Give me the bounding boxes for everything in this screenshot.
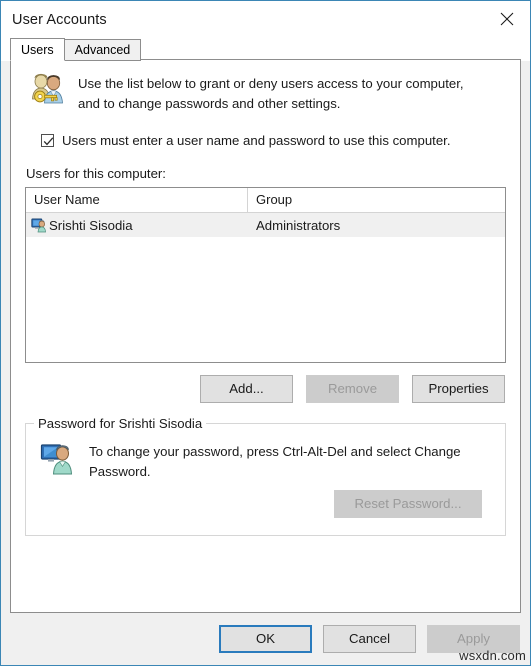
watermark: wsxdn.com (459, 648, 526, 663)
add-button[interactable]: Add... (200, 375, 293, 403)
tab-advanced[interactable]: Advanced (63, 39, 142, 61)
column-header-user-name[interactable]: User Name (26, 188, 248, 212)
title-bar: User Accounts (1, 1, 530, 38)
table-row[interactable]: Srishti Sisodia Administrators (26, 213, 505, 237)
properties-button[interactable]: Properties (412, 375, 505, 403)
remove-button: Remove (306, 375, 399, 403)
users-key-icon (32, 73, 63, 104)
user-monitor-icon (40, 444, 73, 475)
checkmark-icon (43, 137, 54, 146)
window-title: User Accounts (12, 11, 107, 28)
dialog-footer: OK Cancel Apply wsxdn.com (1, 613, 530, 665)
cell-user-name-text: Srishti Sisodia (49, 217, 133, 233)
cell-user-name: Srishti Sisodia (26, 217, 248, 233)
require-login-checkbox-label: Users must enter a user name and passwor… (62, 133, 451, 148)
header-description: Use the list below to grant or deny user… (25, 73, 506, 114)
users-listview[interactable]: User Name Group Srishti Sisodia Administ… (25, 187, 506, 363)
header-description-text: Use the list below to grant or deny user… (78, 76, 464, 111)
close-icon[interactable] (484, 1, 530, 37)
user-accounts-window: User Accounts Users Advanced Use the lis… (0, 0, 531, 666)
reset-password-row: Reset Password... (26, 490, 505, 518)
tab-users[interactable]: Users (10, 38, 65, 61)
password-group-box: Password for Srishti Sisodia To change y… (25, 416, 506, 536)
require-login-checkbox-row[interactable]: Users must enter a user name and passwor… (25, 133, 506, 148)
tab-strip: Users Advanced (1, 38, 530, 61)
cancel-button[interactable]: Cancel (323, 625, 416, 653)
tab-page-users: Use the list below to grant or deny user… (10, 59, 521, 613)
password-group-title: Password for Srishti Sisodia (34, 416, 207, 431)
users-list-caption: Users for this computer: (26, 166, 166, 181)
list-button-row: Add... Remove Properties (25, 375, 506, 403)
listview-header: User Name Group (26, 188, 505, 213)
ok-button[interactable]: OK (219, 625, 312, 653)
cell-group: Administrators (256, 217, 341, 233)
user-monitor-small-icon (31, 218, 46, 233)
reset-password-button: Reset Password... (334, 490, 482, 518)
column-header-group[interactable]: Group (248, 188, 505, 212)
password-group-text: To change your password, press Ctrl-Alt-… (89, 444, 461, 479)
require-login-checkbox[interactable] (41, 134, 54, 147)
